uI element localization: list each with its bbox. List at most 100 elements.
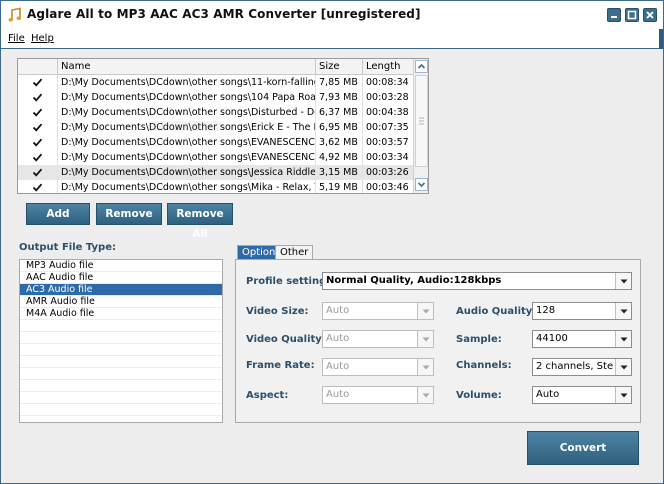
audio-quality-select[interactable]: 128 bbox=[532, 302, 632, 320]
remove-button[interactable]: Remove bbox=[96, 203, 162, 225]
video-size-dropdown-button bbox=[417, 303, 433, 319]
scroll-thumb[interactable] bbox=[415, 75, 428, 167]
profile-setting-value: Normal Quality, Audio:128kbps bbox=[326, 275, 502, 286]
checkbox-checked-icon[interactable] bbox=[32, 152, 43, 163]
list-item-empty bbox=[20, 356, 222, 368]
checkbox-cell[interactable] bbox=[18, 90, 58, 105]
frame-rate-value: Auto bbox=[326, 361, 350, 372]
checkbox-checked-icon[interactable] bbox=[32, 167, 43, 178]
menu-strip bbox=[659, 29, 663, 49]
scroll-down-button[interactable] bbox=[415, 178, 428, 191]
checkbox-cell[interactable] bbox=[18, 180, 58, 193]
list-item-empty bbox=[20, 392, 222, 404]
list-item-empty bbox=[20, 368, 222, 380]
checkbox-checked-icon[interactable] bbox=[32, 107, 43, 118]
maximize-button[interactable] bbox=[625, 8, 639, 22]
list-item[interactable]: AC3 Audio file bbox=[20, 284, 222, 296]
channels-dropdown-button[interactable] bbox=[615, 359, 631, 375]
checkbox-checked-icon[interactable] bbox=[32, 92, 43, 103]
list-item-empty bbox=[20, 344, 222, 356]
audio-quality-dropdown-button[interactable] bbox=[615, 303, 631, 319]
profile-setting-label: Profile setting: bbox=[246, 276, 331, 287]
list-item[interactable]: M4A Audio file bbox=[20, 308, 222, 320]
checkbox-checked-icon[interactable] bbox=[32, 137, 43, 148]
checkbox-cell[interactable] bbox=[18, 165, 58, 180]
checkbox-checked-icon[interactable] bbox=[32, 122, 43, 133]
output-type-list[interactable]: MP3 Audio file AAC Audio file AC3 Audio fi… bbox=[19, 259, 223, 423]
table-row[interactable]: D:\My Documents\DCdown\other songs\Mika … bbox=[18, 180, 414, 193]
cell-length: 00:03:34 bbox=[363, 150, 414, 165]
column-size[interactable]: Size bbox=[316, 59, 363, 75]
watermark-mark bbox=[151, 121, 221, 131]
checkbox-cell[interactable] bbox=[18, 135, 58, 150]
file-list[interactable]: Name Size Length D:\My Documents\DCdown\… bbox=[17, 58, 429, 194]
convert-button[interactable]: Convert bbox=[527, 431, 639, 465]
list-item[interactable]: AAC Audio file bbox=[20, 272, 222, 284]
app-window: Aglare All to MP3 AAC AC3 AMR Converter … bbox=[0, 0, 664, 484]
cell-name: D:\My Documents\DCdown\other songs\Distu… bbox=[58, 105, 316, 120]
sample-label: Sample: bbox=[456, 334, 502, 345]
table-row[interactable]: D:\My Documents\DCdown\other songs\EVANE… bbox=[18, 150, 414, 165]
cell-name: D:\My Documents\DCdown\other songs\Jessi… bbox=[58, 165, 316, 180]
triangle-down-icon bbox=[422, 365, 430, 370]
cell-size: 7,85 MB bbox=[316, 75, 363, 90]
sample-dropdown-button[interactable] bbox=[615, 331, 631, 347]
profile-setting-select[interactable]: Normal Quality, Audio:128kbps bbox=[322, 272, 632, 290]
checkbox-cell[interactable] bbox=[18, 105, 58, 120]
music-note-icon bbox=[8, 7, 22, 22]
table-row[interactable]: D:\My Documents\DCdown\other songs\11-ko… bbox=[18, 75, 414, 90]
checkbox-checked-icon[interactable] bbox=[32, 77, 43, 88]
remove-all-button[interactable]: Remove All bbox=[167, 203, 233, 240]
add-button[interactable]: Add bbox=[26, 203, 90, 225]
video-quality-value: Auto bbox=[326, 333, 350, 344]
list-item[interactable]: MP3 Audio file bbox=[20, 260, 222, 272]
table-row[interactable]: D:\My Documents\DCdown\other songs\104 P… bbox=[18, 90, 414, 105]
checkbox-cell[interactable] bbox=[18, 150, 58, 165]
checkbox-checked-icon[interactable] bbox=[32, 182, 43, 193]
video-size-value: Auto bbox=[326, 305, 350, 316]
list-item-empty bbox=[20, 320, 222, 332]
tab-other[interactable]: Other bbox=[275, 245, 314, 260]
channels-label: Channels: bbox=[456, 360, 512, 371]
column-name[interactable]: Name bbox=[58, 59, 316, 75]
triangle-down-icon bbox=[620, 365, 628, 370]
menu-bar: File Help bbox=[1, 29, 663, 49]
table-row[interactable]: D:\My Documents\DCdown\other songs\Distu… bbox=[18, 105, 414, 120]
menu-file[interactable]: File bbox=[7, 33, 26, 44]
volume-dropdown-button[interactable] bbox=[615, 387, 631, 403]
cell-size: 3,62 MB bbox=[316, 135, 363, 150]
output-file-type-label: Output File Type: bbox=[19, 242, 116, 253]
tab-option[interactable]: Option bbox=[237, 245, 281, 260]
file-list-header: Name Size Length bbox=[18, 59, 414, 75]
triangle-down-icon bbox=[422, 309, 430, 314]
menu-help[interactable]: Help bbox=[30, 33, 55, 44]
profile-dropdown-button[interactable] bbox=[615, 273, 631, 289]
table-row[interactable]: D:\My Documents\DCdown\other songs\Jessi… bbox=[18, 165, 414, 180]
list-item-empty bbox=[20, 404, 222, 416]
scroll-up-button[interactable] bbox=[415, 60, 428, 73]
checkbox-cell[interactable] bbox=[18, 75, 58, 90]
cell-length: 00:03:26 bbox=[363, 165, 414, 180]
column-length[interactable]: Length bbox=[363, 59, 414, 75]
cell-size: 7,93 MB bbox=[316, 90, 363, 105]
file-list-scrollbar[interactable] bbox=[413, 59, 428, 193]
close-button[interactable] bbox=[643, 8, 657, 22]
maximize-icon bbox=[627, 10, 637, 20]
cell-length: 00:03:57 bbox=[363, 135, 414, 150]
minimize-button[interactable] bbox=[607, 8, 621, 22]
main-panel: Name Size Length D:\My Documents\DCdown\… bbox=[1, 49, 663, 483]
cell-size: 4,92 MB bbox=[316, 150, 363, 165]
cell-length: 00:03:46 bbox=[363, 180, 414, 193]
channels-select[interactable]: 2 channels, Ster bbox=[532, 358, 632, 376]
cell-length: 00:07:35 bbox=[363, 120, 414, 135]
grip-icon bbox=[419, 117, 424, 125]
sample-select[interactable]: 44100 bbox=[532, 330, 632, 348]
volume-select[interactable]: Auto bbox=[532, 386, 632, 404]
cell-size: 6,37 MB bbox=[316, 105, 363, 120]
close-icon bbox=[646, 11, 654, 19]
cell-size: 5,19 MB bbox=[316, 180, 363, 193]
table-row[interactable]: D:\My Documents\DCdown\other songs\EVANE… bbox=[18, 135, 414, 150]
checkbox-cell[interactable] bbox=[18, 120, 58, 135]
column-check[interactable] bbox=[18, 59, 58, 75]
list-item[interactable]: AMR Audio file bbox=[20, 296, 222, 308]
